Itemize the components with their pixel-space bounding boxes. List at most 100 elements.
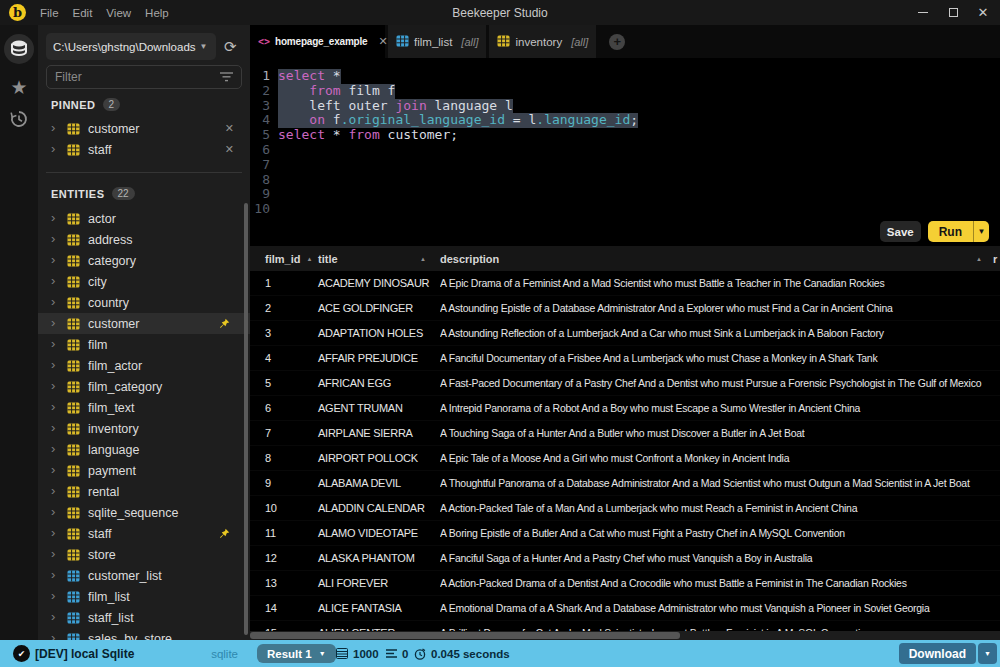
cell-film-id[interactable]: 14 bbox=[265, 596, 277, 621]
expand-chevron-icon[interactable]: › bbox=[51, 336, 61, 351]
entity-item-city[interactable]: ›city bbox=[38, 271, 250, 292]
sort-asc-icon[interactable]: ▲ bbox=[970, 246, 982, 271]
expand-chevron-icon[interactable]: › bbox=[51, 231, 61, 246]
result-row-8[interactable]: 8 AIRPORT POLLOCK A Epic Tale of a Moose A… bbox=[250, 446, 1000, 471]
expand-chevron-icon[interactable]: › bbox=[51, 141, 61, 156]
close-button[interactable]: ✕ bbox=[968, 0, 998, 25]
entity-item-country[interactable]: ›country bbox=[38, 292, 250, 313]
entity-item-address[interactable]: ›address bbox=[38, 229, 250, 250]
cell-description[interactable]: A Thoughtful Panorama of a Database Admi… bbox=[440, 471, 1000, 496]
entity-item-staff_list[interactable]: ›staff_list bbox=[38, 607, 250, 628]
expand-chevron-icon[interactable]: › bbox=[51, 120, 61, 135]
result-select-button[interactable]: Result 1▼ bbox=[257, 644, 336, 663]
result-row-1[interactable]: 1ACADEMY DINOSAURA Epic Drama of a Femin… bbox=[250, 271, 1000, 296]
download-options-caret[interactable]: ▼ bbox=[978, 643, 997, 664]
run-button-label[interactable]: Run bbox=[928, 221, 973, 242]
result-row-9[interactable]: 9ALABAMA DEVILA Thoughtful Panorama of a… bbox=[250, 471, 1000, 496]
expand-chevron-icon[interactable]: › bbox=[51, 315, 61, 330]
minimize-button[interactable] bbox=[908, 0, 938, 25]
entity-item-inventory[interactable]: ›inventory bbox=[38, 418, 250, 439]
cell-title[interactable]: AIRPORT POLLOCK bbox=[318, 446, 418, 471]
connection-select[interactable]: C:\Users\ghstng\Downloads ▼ bbox=[46, 33, 216, 60]
entity-item-rental[interactable]: ›rental bbox=[38, 481, 250, 502]
cell-description[interactable]: A Fanciful Saga of a Hunter And a Pastry… bbox=[440, 546, 1000, 571]
pinned-item-staff[interactable]: ›staff✕ bbox=[38, 139, 250, 160]
sql-editor[interactable]: 1select *2 from film f3 left outer join … bbox=[250, 58, 1000, 246]
cell-title[interactable]: AGENT TRUMAN bbox=[318, 396, 403, 421]
cell-description[interactable]: A Fast-Paced Documentary of a Pastry Che… bbox=[440, 371, 1000, 396]
tab-homepage-example[interactable]: <> homepage_example ✕ bbox=[250, 25, 385, 58]
new-tab-button[interactable]: + bbox=[609, 34, 625, 50]
expand-chevron-icon[interactable]: › bbox=[51, 588, 61, 603]
cell-film-id[interactable]: 6 bbox=[265, 396, 271, 421]
cell-title[interactable]: ALICE FANTASIA bbox=[318, 596, 402, 621]
result-row-10[interactable]: 10ALADDIN CALENDARA Action-Packed Tale o… bbox=[250, 496, 1000, 521]
result-row-3[interactable]: 3ADAPTATION HOLESA Astounding Reflection… bbox=[250, 321, 1000, 346]
cell-title[interactable]: ACE GOLDFINGER bbox=[318, 296, 413, 321]
entity-item-store[interactable]: ›store bbox=[38, 544, 250, 565]
cell-description[interactable]: A Touching Saga of a Hunter And a Butler… bbox=[440, 421, 1000, 446]
filter-input[interactable]: Filter bbox=[46, 65, 242, 89]
cell-film-id[interactable]: 7 bbox=[265, 421, 271, 446]
expand-chevron-icon[interactable]: › bbox=[51, 399, 61, 414]
result-row-7[interactable]: 7 AIRPLANE SIERRA A Touching Saga of a Hun… bbox=[250, 421, 1000, 446]
expand-chevron-icon[interactable]: › bbox=[51, 210, 61, 225]
cell-description[interactable]: A Astounding Reflection of a Lumberjack … bbox=[440, 321, 1000, 346]
cell-film-id[interactable]: 1 bbox=[265, 271, 271, 296]
cell-title[interactable]: ALAMO VIDEOTAPE bbox=[318, 521, 418, 546]
sort-asc-icon[interactable]: ▲ bbox=[414, 246, 426, 271]
column-header-film-id[interactable]: film_id▲ bbox=[265, 246, 312, 271]
entity-item-sqlite_sequence[interactable]: ›sqlite_sequence bbox=[38, 502, 250, 523]
expand-chevron-icon[interactable]: › bbox=[51, 630, 61, 640]
entity-item-payment[interactable]: ›payment bbox=[38, 460, 250, 481]
expand-chevron-icon[interactable]: › bbox=[51, 483, 61, 498]
entity-item-sales_by_store[interactable]: ›sales_by_store bbox=[38, 628, 250, 640]
entity-item-film_text[interactable]: ›film_text bbox=[38, 397, 250, 418]
cell-film-id[interactable]: 8 bbox=[265, 446, 271, 471]
expand-chevron-icon[interactable]: › bbox=[51, 273, 61, 288]
expand-chevron-icon[interactable]: › bbox=[51, 567, 61, 582]
entity-item-customer_list[interactable]: ›customer_list bbox=[38, 565, 250, 586]
expand-chevron-icon[interactable]: › bbox=[51, 420, 61, 435]
save-button[interactable]: Save bbox=[880, 221, 921, 242]
expand-chevron-icon[interactable]: › bbox=[51, 462, 61, 477]
result-row-2[interactable]: 2ACE GOLDFINGERA Astounding Epistle of a… bbox=[250, 296, 1000, 321]
cell-film-id[interactable]: 12 bbox=[265, 546, 277, 571]
result-row-11[interactable]: 11ALAMO VIDEOTAPEA Boring Epistle of a B… bbox=[250, 521, 1000, 546]
run-button[interactable]: Run ▼ bbox=[928, 221, 989, 242]
cell-description[interactable]: A Epic Tale of a Moose And a Girl who mu… bbox=[440, 446, 1000, 471]
cell-title[interactable]: AIRPLANE SIERRA bbox=[318, 421, 413, 446]
expand-chevron-icon[interactable]: › bbox=[51, 441, 61, 456]
cell-film-id[interactable]: 5 bbox=[265, 371, 271, 396]
column-header-description[interactable]: description bbox=[440, 246, 499, 271]
expand-chevron-icon[interactable]: › bbox=[51, 525, 61, 540]
entity-item-film_category[interactable]: ›film_category bbox=[38, 376, 250, 397]
expand-chevron-icon[interactable]: › bbox=[51, 609, 61, 624]
cell-description[interactable]: A Action-Packed Drama of a Dentist And a… bbox=[440, 571, 1000, 596]
cell-title[interactable]: ALI FOREVER bbox=[318, 571, 388, 596]
result-row-13[interactable]: 13ALI FOREVERA Action-Packed Drama of a … bbox=[250, 571, 1000, 596]
entity-item-customer[interactable]: ›customer bbox=[38, 313, 250, 334]
column-header-title[interactable]: title bbox=[318, 246, 338, 271]
maximize-button[interactable] bbox=[938, 0, 968, 25]
refresh-icon[interactable]: ⟳ bbox=[224, 38, 237, 56]
expand-chevron-icon[interactable]: › bbox=[51, 546, 61, 561]
cell-film-id[interactable]: 3 bbox=[265, 321, 271, 346]
cell-title[interactable]: ALADDIN CALENDAR bbox=[318, 496, 425, 521]
unpin-icon[interactable]: ✕ bbox=[225, 143, 234, 156]
cell-description[interactable]: A Astounding Epistle of a Database Admin… bbox=[440, 296, 1000, 321]
history-icon[interactable] bbox=[0, 108, 38, 130]
cell-film-id[interactable]: 11 bbox=[265, 521, 276, 546]
expand-chevron-icon[interactable]: › bbox=[51, 378, 61, 393]
expand-chevron-icon[interactable]: › bbox=[51, 504, 61, 519]
unpin-icon[interactable]: ✕ bbox=[225, 122, 234, 135]
cell-description[interactable]: A Epic Drama of a Feminist And a Mad Sci… bbox=[440, 271, 1000, 296]
entity-item-staff[interactable]: ›staff bbox=[38, 523, 250, 544]
expand-chevron-icon[interactable]: › bbox=[51, 357, 61, 372]
tab-close-icon[interactable]: ✕ bbox=[378, 35, 387, 48]
favorites-icon[interactable]: ★ bbox=[0, 76, 38, 98]
entity-item-category[interactable]: ›category bbox=[38, 250, 250, 271]
pinned-item-customer[interactable]: ›customer✕ bbox=[38, 118, 250, 139]
sort-asc-icon[interactable]: ▲ bbox=[306, 256, 312, 262]
cell-film-id[interactable]: 9 bbox=[265, 471, 271, 496]
